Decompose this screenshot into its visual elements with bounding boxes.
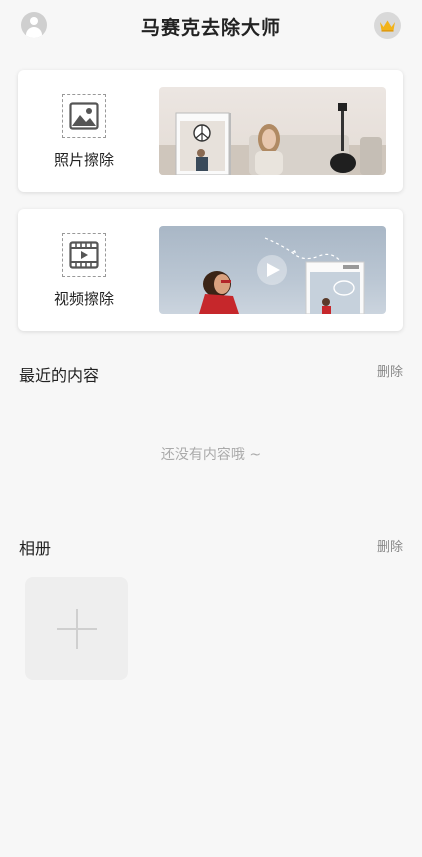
photo-erase-preview-image bbox=[159, 87, 386, 175]
plus-icon bbox=[56, 608, 97, 649]
video-erase-card[interactable]: 视频擦除 bbox=[18, 209, 403, 331]
photo-erase-card[interactable]: 照片擦除 bbox=[18, 70, 403, 192]
top-bar: 马赛克去除大师 bbox=[0, 0, 422, 52]
vip-button[interactable] bbox=[374, 12, 401, 39]
video-icon-frame bbox=[62, 233, 106, 277]
recent-empty-text: 还没有内容哦 ~ bbox=[160, 447, 262, 463]
add-album-item-button[interactable] bbox=[25, 577, 128, 680]
crown-icon bbox=[380, 20, 395, 32]
video-erase-preview-image bbox=[159, 226, 386, 314]
recent-section-title: 最近的内容 bbox=[19, 366, 100, 385]
video-erase-label: 视频擦除 bbox=[53, 290, 114, 308]
recent-delete-button[interactable]: 删除 bbox=[377, 361, 403, 380]
album-delete-button[interactable]: 删除 bbox=[377, 536, 403, 555]
app-title: 马赛克去除大师 bbox=[140, 17, 281, 39]
image-icon-frame bbox=[62, 94, 106, 138]
album-section-title: 相册 bbox=[19, 539, 52, 558]
video-preview-illustration bbox=[199, 237, 365, 314]
photo-erase-label: 照片擦除 bbox=[53, 151, 114, 169]
image-icon bbox=[69, 102, 99, 130]
video-icon bbox=[69, 241, 99, 269]
photo-preview-illustration bbox=[159, 103, 386, 175]
